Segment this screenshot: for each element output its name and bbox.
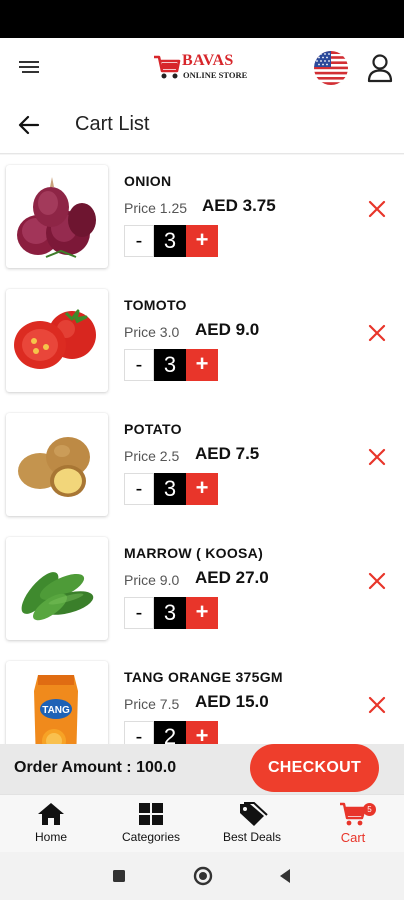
logo-title: BAVAS <box>182 52 234 69</box>
nav-item-home[interactable]: Home <box>6 801 96 849</box>
marrow-image <box>21 572 94 621</box>
order-summary-bar: Order Amount : 100.0 CHECKOUT <box>0 744 404 794</box>
product-name: POTATO <box>124 421 182 437</box>
item-total: AED 7.5 <box>195 444 260 463</box>
cart-item: MARROW ( KOOSA) Price 9.0 AED 27.0 - 3 + <box>0 527 404 651</box>
remove-item-button[interactable] <box>368 200 386 218</box>
remove-item-button[interactable] <box>368 324 386 342</box>
quantity-stepper: - 3 + <box>124 349 218 381</box>
nav-item-cart[interactable]: 5 Cart <box>308 801 398 849</box>
logo-cart-icon <box>154 55 181 79</box>
unit-price: Price 3.0 <box>124 324 180 340</box>
back-button[interactable] <box>16 113 42 137</box>
quantity-stepper: - 2 + <box>124 721 218 745</box>
product-name: TANG ORANGE 375GM <box>124 669 283 685</box>
back-triangle-icon[interactable] <box>278 868 292 884</box>
order-amount: Order Amount : 100.0 <box>14 759 177 776</box>
item-total: AED 3.75 <box>202 196 276 215</box>
nav-label-home: Home <box>34 830 67 844</box>
svg-text:TANG: TANG <box>42 705 70 716</box>
increase-quantity-button[interactable]: + <box>186 349 218 381</box>
close-icon <box>368 696 386 714</box>
decrease-quantity-button[interactable]: - <box>124 225 154 257</box>
cart-item: TANG TANG ORANGE 375GM Price 7.5 AED 15.… <box>0 651 404 745</box>
checkout-button[interactable]: CHECKOUT <box>250 744 379 792</box>
product-name: MARROW ( KOOSA) <box>124 545 264 561</box>
product-image[interactable]: TANG <box>6 661 108 745</box>
tang-pack-image: TANG <box>34 675 78 745</box>
item-total: AED 27.0 <box>195 568 269 587</box>
quantity-stepper: - 3 + <box>124 597 218 629</box>
unit-price: Price 7.5 <box>124 696 180 712</box>
unit-price: Price 2.5 <box>124 448 180 464</box>
account-button[interactable] <box>366 53 394 83</box>
language-button[interactable] <box>314 51 348 85</box>
close-icon <box>368 572 386 590</box>
recents-icon[interactable] <box>112 869 126 883</box>
quantity-value: 2 <box>154 721 186 745</box>
close-icon <box>368 448 386 466</box>
cart-item: TOMOTO Price 3.0 AED 9.0 - 3 + <box>0 279 404 403</box>
product-image[interactable] <box>6 289 108 392</box>
quantity-value: 3 <box>154 225 186 257</box>
decrease-quantity-button[interactable]: - <box>124 473 154 505</box>
item-total: AED 9.0 <box>195 320 260 339</box>
product-name: ONION <box>124 173 172 189</box>
hamburger-menu-icon <box>19 61 39 73</box>
remove-item-button[interactable] <box>368 448 386 466</box>
tomato-image <box>14 309 96 369</box>
increase-quantity-button[interactable]: + <box>186 473 218 505</box>
store-logo[interactable]: BAVAS ONLINE STORE <box>152 52 256 84</box>
potato-image <box>18 437 90 497</box>
nav-label-best-deals: Best Deals <box>222 830 282 844</box>
home-circle-icon[interactable] <box>193 866 213 886</box>
item-total: AED 15.0 <box>195 692 269 711</box>
logo-subtitle: ONLINE STORE <box>183 70 248 80</box>
quantity-stepper: - 3 + <box>124 473 218 505</box>
close-icon <box>368 200 386 218</box>
quantity-stepper: - 3 + <box>124 225 218 257</box>
quantity-value: 3 <box>154 473 186 505</box>
app-header: BAVAS ONLINE STORE <box>0 38 404 96</box>
increase-quantity-button[interactable]: + <box>186 225 218 257</box>
product-image[interactable] <box>6 165 108 268</box>
increase-quantity-button[interactable]: + <box>186 597 218 629</box>
nav-label-cart: Cart <box>340 830 366 845</box>
decrease-quantity-button[interactable]: - <box>124 721 154 745</box>
arrow-left-icon <box>18 115 40 135</box>
unit-price: Price 9.0 <box>124 572 180 588</box>
remove-item-button[interactable] <box>368 572 386 590</box>
decrease-quantity-button[interactable]: - <box>124 597 154 629</box>
menu-button[interactable] <box>18 59 40 75</box>
nav-item-best-deals[interactable]: Best Deals <box>207 801 297 849</box>
nav-label-categories: Categories <box>121 830 181 844</box>
product-image[interactable] <box>6 537 108 640</box>
cart-item: POTATO Price 2.5 AED 7.5 - 3 + <box>0 403 404 527</box>
product-image[interactable] <box>6 413 108 516</box>
title-bar: Cart List <box>0 96 404 154</box>
cart-item: ONION Price 1.25 AED 3.75 - 3 + <box>0 155 404 279</box>
unit-price: Price 1.25 <box>124 200 188 216</box>
onion-image <box>17 177 96 258</box>
bottom-navigation: Home Categories Best Deals 5 Cart <box>0 794 404 852</box>
decrease-quantity-button[interactable]: - <box>124 349 154 381</box>
remove-item-button[interactable] <box>368 696 386 714</box>
cart-count-badge: 5 <box>363 803 376 816</box>
status-bar <box>0 0 404 38</box>
user-icon <box>367 54 393 83</box>
increase-quantity-button[interactable]: + <box>186 721 218 745</box>
product-name: TOMOTO <box>124 297 187 313</box>
grid-icon <box>139 803 163 825</box>
cart-list[interactable]: ONION Price 1.25 AED 3.75 - 3 + TOMOTO P… <box>0 155 404 745</box>
system-navigation-bar <box>0 852 404 900</box>
page-title: Cart List <box>75 113 150 135</box>
quantity-value: 3 <box>154 349 186 381</box>
quantity-value: 3 <box>154 597 186 629</box>
us-flag-icon <box>314 51 348 85</box>
close-icon <box>368 324 386 342</box>
tags-icon <box>240 802 268 826</box>
home-icon <box>38 803 64 825</box>
nav-item-categories[interactable]: Categories <box>106 801 196 849</box>
